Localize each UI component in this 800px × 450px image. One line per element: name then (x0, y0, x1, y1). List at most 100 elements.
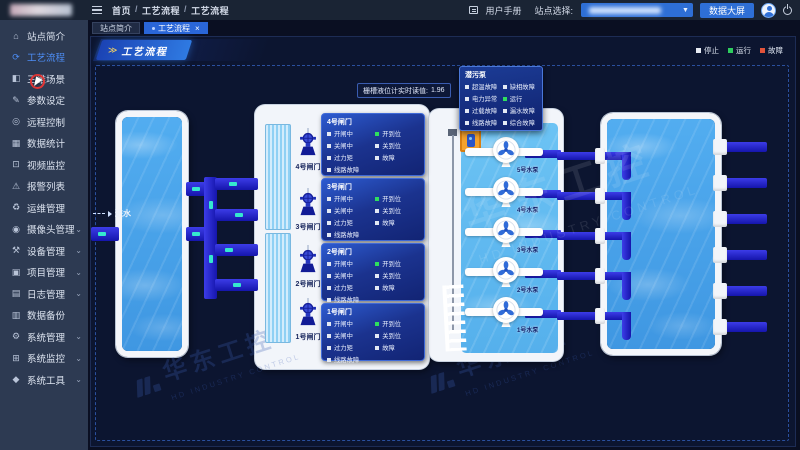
branch-pipe (215, 178, 258, 190)
branch-pipe (215, 279, 258, 291)
sidebar-item[interactable]: ♻ 运维管理 ⌄ (0, 197, 88, 219)
sidebar-item[interactable]: ⚒ 设备管理 ⌄ (0, 240, 88, 262)
pump-label: 2号水泵 (517, 285, 538, 294)
status-label: 故障 (382, 283, 395, 292)
sidebar-item-icon: ⟳ (10, 52, 22, 63)
sidebar-item-icon: ⚙ (10, 331, 22, 342)
status-item: 关闸中 (327, 206, 375, 215)
pump-unit[interactable]: 5号水泵 (465, 135, 561, 171)
status-item: 开闸中 (327, 259, 375, 268)
status-label: 开到位 (382, 194, 401, 203)
sidebar-item[interactable]: ◎ 远程控制 ⌄ (0, 111, 88, 133)
logout-power-icon[interactable] (783, 6, 792, 15)
process-flow-panel: ≫ 工艺流程 停止 运行 故障 进水 (90, 36, 796, 447)
pump-label: 4号水泵 (517, 205, 538, 214)
site-select-dropdown[interactable]: ▼ (581, 3, 693, 17)
status-marker (503, 85, 507, 89)
sidebar-item[interactable]: ✎ 参数设定 ⌄ (0, 90, 88, 112)
pump-unit[interactable]: 4号水泵 (465, 175, 561, 211)
outlet-nozzle-pipe (713, 211, 771, 227)
pump-impeller-icon (493, 217, 519, 243)
status-label: 关到位 (382, 271, 401, 280)
sidebar-item[interactable]: ⊞ 系统监控 ⌄ (0, 348, 88, 370)
sidebar-item[interactable]: ▥ 数据备份 ⌄ (0, 305, 88, 327)
sidebar-item-label: 系统监控 (27, 351, 65, 365)
status-label: 过力矩 (334, 218, 353, 227)
sidebar-item[interactable]: ▦ 数据统计 ⌄ (0, 133, 88, 155)
pump-unit[interactable]: 2号水泵 (465, 255, 561, 291)
status-label: 开闸中 (334, 259, 353, 268)
flow-dash (192, 232, 200, 236)
menu-collapse-icon[interactable] (92, 9, 102, 11)
status-item: 综合故障 (503, 118, 537, 127)
flow-dash (235, 213, 243, 217)
outlet-nozzle-pipe (713, 319, 771, 335)
app-logo (10, 4, 72, 16)
status-label: 关到位 (382, 141, 401, 150)
inlet-pipe (91, 227, 119, 241)
sidebar-item-icon: ✎ (10, 95, 22, 106)
tab-process-flow[interactable]: 工艺流程 × (144, 22, 208, 34)
status-label: 线路故障 (334, 355, 359, 364)
status-marker (375, 346, 379, 350)
status-marker (327, 286, 331, 290)
status-label: 开到位 (382, 259, 401, 268)
sidebar-item-icon: ◆ (10, 374, 22, 385)
status-marker (375, 274, 379, 278)
status-marker (503, 121, 507, 125)
sidebar-item[interactable]: ◆ 系统工具 ⌄ (0, 369, 88, 391)
sidebar-item-label: 参数设定 (27, 93, 65, 107)
status-item: 过力矩 (327, 283, 375, 292)
status-marker (375, 334, 379, 338)
breadcrumb-item[interactable]: 首页 (112, 4, 131, 17)
avatar[interactable] (761, 3, 776, 18)
pump-well: 5号水泵 4号水泵 (429, 109, 563, 361)
pump-panel-title: 潜污泵 (465, 70, 537, 80)
status-label: 线路故障 (334, 230, 359, 239)
sidebar-item[interactable]: ⟳ 工艺流程 ⌄ (0, 47, 88, 69)
sidebar-item[interactable]: ⊡ 视频监控 ⌄ (0, 154, 88, 176)
status-marker (327, 233, 331, 237)
pump-unit[interactable]: 3号水泵 (465, 215, 561, 251)
transfer-pipe (557, 312, 631, 320)
branch-pipe (215, 209, 258, 221)
pump-impeller-icon (493, 257, 519, 283)
chevron-down-icon: ▼ (682, 7, 689, 14)
pump-impeller-icon (493, 177, 519, 203)
status-marker (327, 221, 331, 225)
status-item: 故障 (375, 218, 419, 227)
status-marker (465, 85, 469, 89)
status-item: 线路故障 (327, 165, 375, 174)
status-item: 运行 (503, 94, 537, 103)
sidebar-item-label: 数据备份 (27, 308, 65, 322)
manual-icon (469, 6, 478, 14)
breadcrumb-item[interactable]: 工艺流程 (142, 4, 180, 17)
status-marker (465, 109, 469, 113)
status-label: 开闸中 (334, 194, 353, 203)
sidebar-item[interactable]: ⌂ 站点简介 ⌄ (0, 25, 88, 47)
status-marker (375, 262, 379, 266)
status-marker (375, 209, 379, 213)
close-tab-icon[interactable]: × (195, 24, 200, 33)
breadcrumb-item[interactable]: 工艺流程 (191, 4, 229, 17)
status-marker (327, 168, 331, 172)
gate-status-panel: 4号闸门 开闸中开到位关闸中关到位过力矩故障线路故障 (321, 113, 425, 176)
user-manual-link[interactable]: 用户手册 (485, 4, 521, 17)
flow-dash (98, 232, 106, 236)
sidebar-item-label: 设备管理 (27, 244, 65, 258)
sidebar-item-icon: ◉ (10, 224, 22, 235)
big-screen-button[interactable]: 数据大屏 (700, 3, 754, 18)
sidebar-item[interactable]: ⚙ 系统管理 ⌄ (0, 326, 88, 348)
status-marker (327, 322, 331, 326)
tab-site-intro[interactable]: 站点简介 (92, 22, 140, 34)
sidebar-item[interactable]: ▣ 项目管理 ⌄ (0, 262, 88, 284)
status-label: 故障 (382, 153, 395, 162)
site-select-value (589, 7, 661, 14)
sidebar-item[interactable]: ⚠ 报警列表 ⌄ (0, 176, 88, 198)
sidebar-item[interactable]: ▤ 日志管理 ⌄ (0, 283, 88, 305)
pump-unit[interactable]: 1号水泵 (465, 295, 561, 331)
status-label: 故障 (382, 218, 395, 227)
sidebar-item[interactable]: ◉ 摄像头管理 ⌄ (0, 219, 88, 241)
topbar-right: 用户手册 站点选择: ▼ 数据大屏 (469, 3, 792, 18)
status-marker (327, 298, 331, 302)
